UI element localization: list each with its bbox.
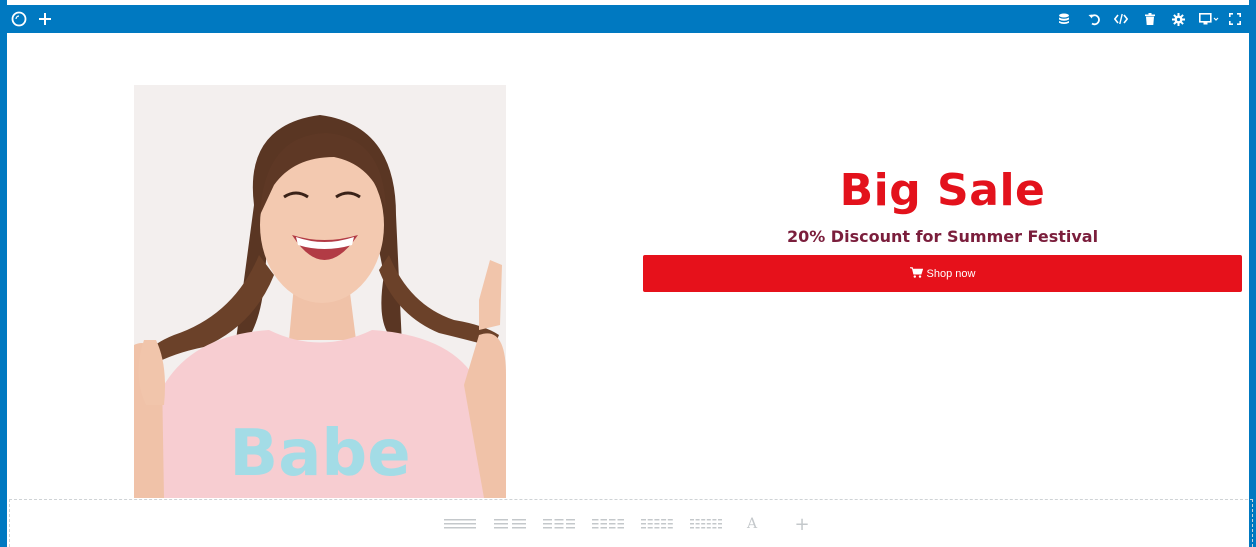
top-toolbar: [0, 5, 1256, 33]
device-preview-icon[interactable]: [1196, 5, 1222, 33]
text-block-icon[interactable]: A: [744, 516, 760, 532]
add-block-icon[interactable]: +: [794, 514, 810, 535]
hero-image[interactable]: Babe: [134, 85, 506, 498]
add-icon[interactable]: [36, 5, 54, 33]
fullscreen-icon[interactable]: [1226, 5, 1244, 33]
code-icon[interactable]: [1111, 5, 1131, 33]
layout-3col-icon[interactable]: [543, 516, 575, 532]
layout-1col-icon[interactable]: [444, 516, 476, 532]
add-row-dropzone: A +: [9, 499, 1253, 547]
promo-title[interactable]: Big Sale: [643, 163, 1242, 219]
layout-6col-icon[interactable]: [690, 516, 722, 532]
gear-icon[interactable]: [1169, 5, 1187, 33]
editor-canvas: Babe Big Sale 20% Discount for Summer Fe…: [7, 33, 1249, 547]
layout-4col-icon[interactable]: [592, 516, 624, 532]
promo-block: Big Sale 20% Discount for Summer Festiva…: [643, 163, 1242, 292]
trash-icon[interactable]: [1142, 5, 1158, 33]
shop-now-label: Shop now: [926, 267, 976, 280]
shop-now-button[interactable]: Shop now: [643, 255, 1242, 292]
svg-text:Babe: Babe: [229, 417, 410, 491]
undo-icon[interactable]: [1085, 5, 1103, 33]
layout-5col-icon[interactable]: [641, 516, 673, 532]
logo-ring-icon[interactable]: [10, 5, 28, 33]
layout-2col-icon[interactable]: [494, 516, 526, 532]
cart-icon: [909, 266, 923, 281]
database-icon[interactable]: [1055, 5, 1073, 33]
promo-subtitle[interactable]: 20% Discount for Summer Festival: [643, 227, 1242, 247]
